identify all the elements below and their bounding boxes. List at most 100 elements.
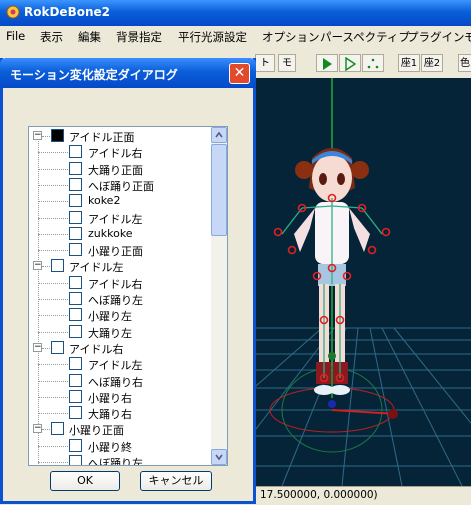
tree-collapse-icon[interactable]: − [33,424,42,434]
dots-icon [367,58,379,69]
chevron-down-icon [215,454,223,461]
tree-child-node[interactable]: アイドル左 [29,356,215,372]
tree-collapse-icon[interactable]: − [33,342,42,352]
main-titlebar: RokDeBone2 [0,0,471,26]
tree-node-label: へぼ踊り正面 [88,179,154,193]
menu-item[interactable]: パースペクティブ [320,29,410,45]
dialog-title: モーション変化設定ダイアログ [10,68,178,82]
dialog-close-button[interactable]: ✕ [229,63,250,84]
tree-checkbox[interactable] [69,357,82,371]
tree-node-label: アイドル左 [88,359,143,373]
tree-group-node[interactable]: − アイドル正面 [29,128,215,144]
scroll-thumb[interactable] [211,144,227,236]
app-title: RokDeBone2 [24,5,110,19]
tree-checkbox[interactable] [69,177,82,191]
scroll-down-button[interactable] [211,449,227,465]
menu-bar: File 表示 編集 背景指定 平行光源設定 オプション パースペクティブ プラグインモ [0,26,471,46]
status-coords: 17.500000, 0.000000) [260,489,378,501]
tree-node-label: アイドル右 [88,147,143,161]
tree-node-label: 小躍り正面 [69,424,124,438]
tree-node-label: 小躍り正面 [88,245,143,259]
menu-item[interactable]: オプション [262,29,320,45]
chevron-up-icon [215,131,223,138]
tree-node-label: アイドル左 [88,212,143,226]
select-arrow-button[interactable] [316,54,338,72]
tree-checkbox[interactable] [69,324,82,338]
tree-node-label: 小躍り右 [88,391,132,405]
tree-child-node[interactable]: へぼ踊り右 [29,373,215,389]
menu-item[interactable]: 背景指定 [116,29,162,45]
tree-node-label: koke2 [88,194,121,208]
scroll-up-button[interactable] [211,127,227,143]
tree-scrollbar[interactable] [211,127,227,465]
tree-checkbox[interactable] [69,145,82,159]
motion-tree[interactable]: − アイドル正面 アイドル右 大踊り正面 へぼ踊り正面 koke2 アイドル左 zukkoke… [28,126,228,466]
tree-child-node[interactable]: 小躍り正面 [29,242,215,258]
tree-node-label: 大踊り正面 [88,163,143,177]
points-button[interactable] [362,54,384,72]
tree-child-node[interactable]: アイドル右 [29,275,215,291]
menu-item[interactable]: 表示 [40,29,63,45]
tree-checkbox[interactable] [69,194,82,208]
tree-checkbox[interactable] [69,389,82,403]
tree-checkbox[interactable] [69,438,82,452]
tree-checkbox[interactable] [69,226,82,240]
tree-checkbox[interactable] [69,373,82,387]
tree-checkbox[interactable] [69,275,82,289]
tree-node-label: 大踊り左 [88,326,132,340]
tree-child-node[interactable]: koke2 [29,193,215,209]
tree-collapse-icon[interactable]: − [33,131,42,140]
coord2-button[interactable]: 座2 [421,54,443,72]
tree-checkbox[interactable] [69,406,82,420]
tree-group-node[interactable]: − 小躍り正面 [29,421,215,437]
menu-item[interactable]: 平行光源設定 [178,29,247,45]
tree-child-node[interactable]: アイドル右 [29,144,215,160]
toolbar-mo-button[interactable]: モ [278,54,296,72]
tree-group-node[interactable]: − アイドル左 [29,258,215,274]
tree-child-node[interactable]: アイドル左 [29,210,215,226]
viewport-scene [252,78,471,486]
tree-child-node[interactable]: へぼ踊り左 [29,454,215,465]
tree-checkbox[interactable] [51,422,64,436]
menu-item[interactable]: プラグイン [407,29,465,45]
tree-checkbox[interactable] [69,292,82,305]
color-button[interactable]: 色 [458,54,471,72]
dialog-titlebar[interactable]: モーション変化設定ダイアログ [0,58,256,88]
tree-child-node[interactable]: 小躍り終 [29,438,215,454]
tree-collapse-icon[interactable]: − [33,261,42,271]
tree-node-label: アイドル正面 [69,131,135,144]
menu-item[interactable]: File [6,29,25,43]
tree-child-node[interactable]: へぼ踊り正面 [29,177,215,193]
coord1-button[interactable]: 座1 [398,54,420,72]
toolbar-to-button[interactable]: ト [255,54,275,72]
tree-child-node[interactable]: へぼ踊り左 [29,291,215,307]
tree-checkbox[interactable] [69,308,82,322]
arrow-filled-icon [323,58,332,70]
3d-viewport[interactable] [252,78,471,486]
tree-checkbox[interactable] [51,129,64,142]
app-icon [6,5,20,19]
move-arrow-button[interactable] [339,54,361,72]
ground-grid [252,327,471,486]
cancel-button[interactable]: キャンセル [140,471,212,491]
tree-child-node[interactable]: 大踊り右 [29,405,215,421]
close-icon: ✕ [233,65,246,81]
tree-checkbox[interactable] [51,340,64,354]
ok-button[interactable]: OK [50,471,120,491]
tree-checkbox[interactable] [69,455,82,465]
menu-item[interactable]: モ [464,29,471,45]
tree-child-node[interactable]: 大踊り左 [29,324,215,340]
tree-checkbox[interactable] [69,161,82,175]
tree-child-node[interactable]: 大踊り正面 [29,161,215,177]
tree-node-label: へぼ踊り右 [88,375,143,389]
menu-item[interactable]: 編集 [78,29,101,45]
tree-child-node[interactable]: 小躍り右 [29,389,215,405]
tree-checkbox[interactable] [69,243,82,257]
tree-node-label: アイドル左 [69,261,124,275]
tree-node-label: 小躍り左 [88,310,132,324]
tree-checkbox[interactable] [69,210,82,224]
tree-child-node[interactable]: zukkoke [29,226,215,242]
tree-checkbox[interactable] [51,259,64,273]
tree-group-node[interactable]: − アイドル右 [29,340,215,356]
tree-child-node[interactable]: 小躍り左 [29,307,215,323]
